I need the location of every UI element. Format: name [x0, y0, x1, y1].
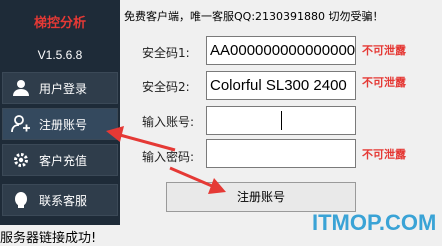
user-add-icon	[3, 115, 39, 133]
code2-field[interactable]: Colorful SL300 2400	[206, 71, 356, 100]
sidebar-item-register[interactable]: 注册账号	[2, 108, 118, 140]
code1-field[interactable]: AA000000000000000	[206, 36, 356, 65]
sidebar-item-label: 注册账号	[39, 117, 88, 132]
version-label: V1.5.6.8	[37, 48, 83, 62]
text-cursor	[281, 111, 282, 130]
app-title: 梯控分析	[33, 16, 86, 31]
password-field[interactable]	[206, 139, 356, 168]
password-label: 输入密码:	[142, 150, 195, 164]
watermark: ITMOP.COM	[312, 210, 437, 235]
notice-text: 免费客户端，唯一客服QQ:2130391880 切勿受骗！	[124, 10, 384, 23]
gear-icon	[3, 151, 39, 169]
sidebar-item-label: 客户充值	[39, 153, 88, 168]
main-panel: 免费客户端，唯一客服QQ:2130391880 切勿受骗！ 安全码1: AA00…	[120, 0, 442, 225]
status-text: 服务器链接成功!	[0, 231, 97, 246]
code2-warning: 不可泄露	[362, 76, 406, 89]
account-field[interactable]	[206, 106, 356, 135]
code1-label: 安全码1:	[142, 46, 190, 60]
register-button[interactable]: 注册账号	[166, 182, 356, 212]
sidebar: 梯控分析 V1.5.6.8 用户登录 注册账号 客户充值 联系客服	[0, 0, 120, 225]
user-icon	[3, 79, 39, 97]
sidebar-item-label: 联系客服	[39, 193, 88, 208]
sidebar-item-login[interactable]: 用户登录	[2, 72, 118, 104]
sidebar-item-recharge[interactable]: 客户充值	[2, 144, 118, 176]
sidebar-item-support[interactable]: 联系客服	[2, 184, 118, 216]
password-warning: 不可泄露	[362, 148, 406, 161]
code1-warning: 不可泄露	[362, 44, 406, 57]
account-label: 输入账号:	[142, 115, 195, 129]
chat-icon	[3, 191, 39, 209]
sidebar-item-label: 用户登录	[39, 81, 88, 96]
code2-label: 安全码2:	[142, 80, 190, 94]
